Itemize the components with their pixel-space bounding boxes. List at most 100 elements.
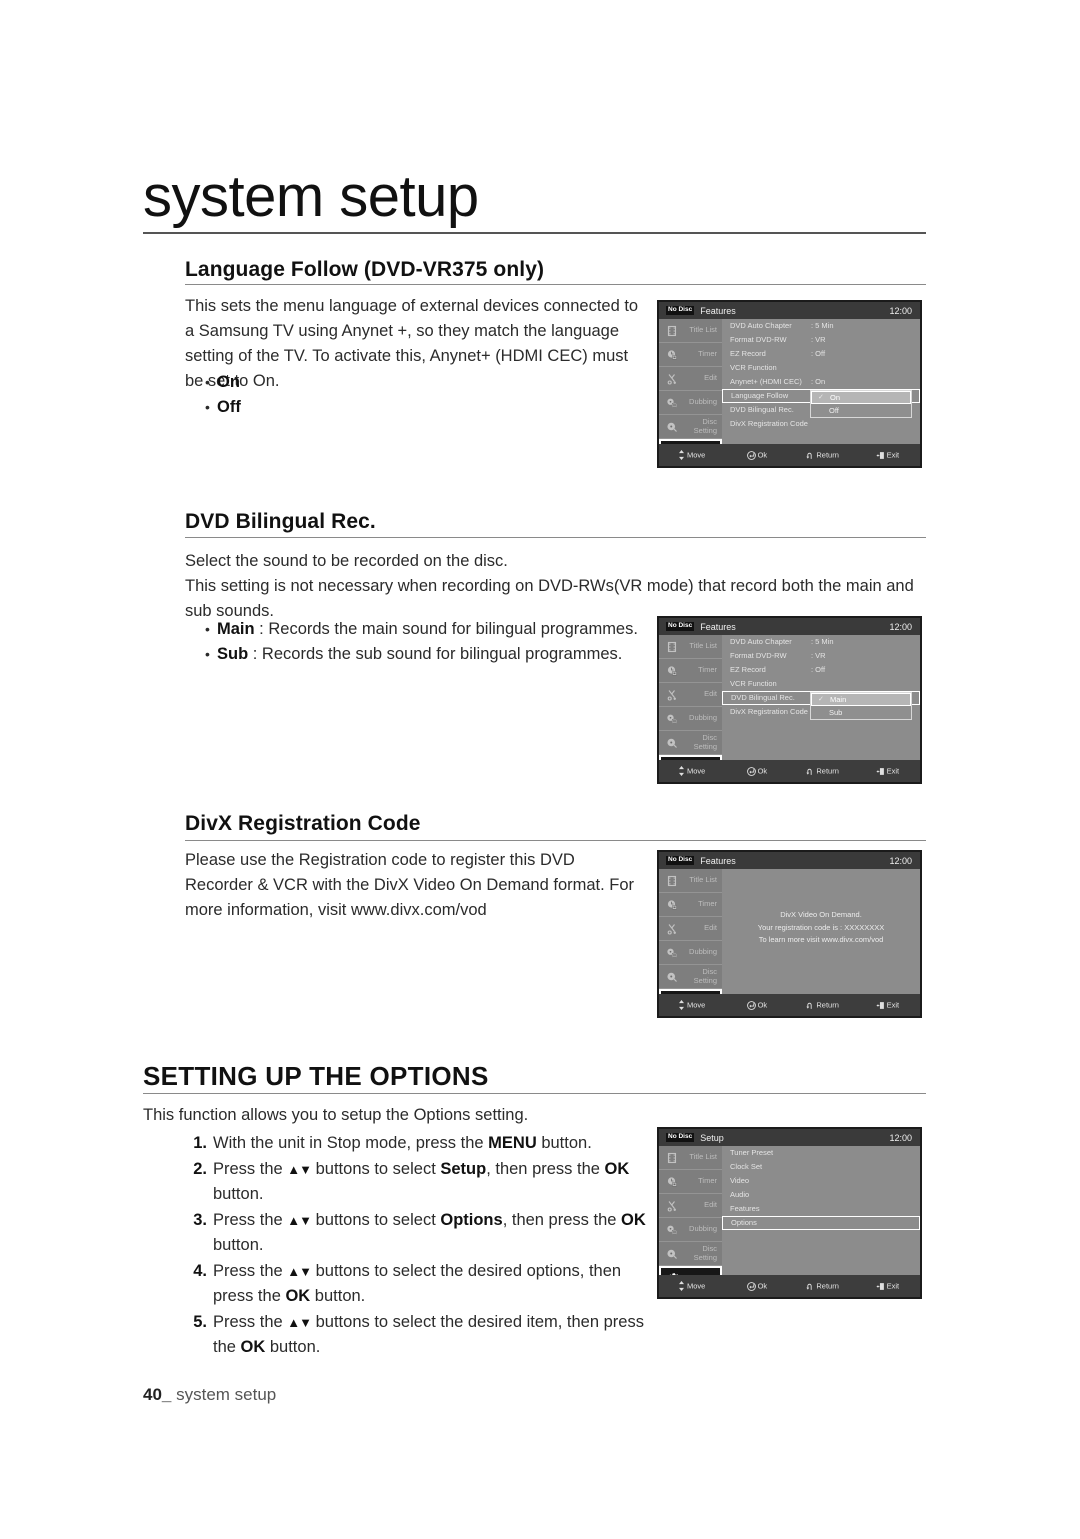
- osd-row[interactable]: Audio: [722, 1188, 920, 1202]
- osd-row[interactable]: Options: [722, 1216, 920, 1230]
- osd-legend-label: Exit: [886, 1281, 900, 1291]
- osd-sidebar-item-title-list[interactable]: Title List: [659, 319, 722, 343]
- osd-legend-move[interactable]: Move: [659, 450, 724, 460]
- list-item: • Sub : Records the sub sound for bilingu…: [205, 642, 638, 667]
- osd-row-label: DVD Bilingual Rec.: [731, 693, 795, 702]
- instruction-step: 5. Press the ▲▼ buttons to select the des…: [183, 1310, 653, 1361]
- osd-legend-bar: Move Ok Return Exit: [659, 994, 920, 1016]
- osd-row[interactable]: Anynet+ (HDMI CEC): On: [722, 375, 920, 389]
- osd-row[interactable]: Tuner Preset: [722, 1146, 920, 1160]
- osd-legend-ok[interactable]: Ok: [724, 450, 789, 460]
- osd-row-label: DVD Bilingual Rec.: [730, 405, 794, 414]
- osd-legend-move[interactable]: Move: [659, 766, 724, 776]
- osd-sidebar-item-dubbing[interactable]: Dubbing: [659, 941, 722, 965]
- osd-legend-bar: Move Ok Return Exit: [659, 1275, 920, 1297]
- osd-row-label: Language Follow: [731, 391, 789, 400]
- osd-sidebar-item-disc-setting[interactable]: Disc Setting: [659, 1242, 722, 1266]
- osd-row[interactable]: DVD Auto Chapter: 5 Min: [722, 635, 920, 649]
- osd-dropdown-language-follow[interactable]: ✓ On Off: [810, 390, 912, 418]
- osd-legend-move[interactable]: Move: [659, 1281, 724, 1291]
- osd-row-label: VCR Function: [730, 679, 777, 688]
- osd-sidebar-item-timer[interactable]: Timer: [659, 343, 722, 367]
- instruction-step-text: Press the ▲▼ buttons to select Setup, th…: [213, 1159, 630, 1204]
- film-strip-icon: [662, 875, 682, 887]
- osd-sidebar-item-dubbing[interactable]: Dubbing: [659, 1218, 722, 1242]
- osd-row-label: Clock Set: [730, 1162, 763, 1171]
- osd-sidebar-item-timer[interactable]: Timer: [659, 1170, 722, 1194]
- osd-dropdown-option[interactable]: Off: [811, 404, 911, 417]
- osd-sidebar-item-label: Edit: [704, 689, 717, 699]
- osd-titlebar: No Disc Features 12:00: [659, 618, 920, 635]
- osd-dropdown-option[interactable]: Sub: [811, 706, 911, 719]
- osd-row[interactable]: EZ Record : Off: [722, 663, 920, 677]
- instruction-step: 1. With the unit in Stop mode, press the …: [183, 1131, 653, 1157]
- enter-key-icon: [746, 450, 756, 460]
- osd-screenshot-bilingual: No Disc Features 12:00 Title List Timer Ed…: [657, 616, 922, 784]
- osd-sidebar-item-edit[interactable]: Edit: [659, 917, 722, 941]
- osd-row-label: EZ Record: [730, 349, 766, 358]
- osd-sidebar-item-title-list[interactable]: Title List: [659, 635, 722, 659]
- osd-legend-return[interactable]: Return: [790, 1000, 855, 1010]
- osd-row[interactable]: VCR Function: [722, 677, 920, 691]
- osd-dropdown-option[interactable]: ✓ Main: [811, 693, 911, 706]
- instruction-step-number: 5.: [193, 1312, 207, 1331]
- instruction-step-number: 2.: [193, 1159, 207, 1178]
- instruction-step-text: Press the ▲▼ buttons to select the desir…: [213, 1261, 622, 1306]
- osd-row[interactable]: Clock Set: [722, 1160, 920, 1174]
- osd-sidebar-item-title-list[interactable]: Title List: [659, 1146, 722, 1170]
- osd-sidebar-item-edit[interactable]: Edit: [659, 367, 722, 391]
- osd-legend-ok[interactable]: Ok: [724, 766, 789, 776]
- osd-row-label: DivX Registration Code: [730, 419, 808, 428]
- divx-message: DivX Video On Demand. Your registration …: [722, 909, 920, 947]
- osd-legend-exit[interactable]: Exit: [855, 1000, 920, 1010]
- checkmark-icon: ✓: [818, 696, 824, 703]
- disc-icon: [662, 737, 682, 749]
- osd-row[interactable]: DivX Registration Code: [722, 417, 920, 431]
- osd-sidebar-item-label: Timer: [698, 665, 717, 675]
- osd-row[interactable]: EZ Record: Off: [722, 347, 920, 361]
- osd-legend-exit[interactable]: Exit: [855, 1281, 920, 1291]
- osd-legend-return[interactable]: Return: [790, 766, 855, 776]
- osd-row[interactable]: Format DVD-RW: VR: [722, 649, 920, 663]
- osd-sidebar-item-disc-setting[interactable]: Disc Setting: [659, 731, 722, 755]
- osd-row[interactable]: Features: [722, 1202, 920, 1216]
- film-strip-icon: [662, 325, 682, 337]
- osd-sidebar-item-timer[interactable]: Timer: [659, 893, 722, 917]
- osd-legend-exit[interactable]: Exit: [855, 766, 920, 776]
- timer-icon: [662, 899, 682, 911]
- osd-sidebar-item-title-list[interactable]: Title List: [659, 869, 722, 893]
- osd-sidebar-item-edit[interactable]: Edit: [659, 683, 722, 707]
- osd-legend-return[interactable]: Return: [790, 1281, 855, 1291]
- osd-legend-move[interactable]: Move: [659, 1000, 724, 1010]
- osd-row-label: EZ Record: [730, 665, 766, 674]
- osd-legend-label: Exit: [886, 450, 900, 460]
- list-item-label: Off: [217, 398, 241, 416]
- manual-page: system setup Language Follow (DVD-VR375 …: [0, 0, 1080, 1539]
- osd-sidebar-item-disc-setting[interactable]: Disc Setting: [659, 965, 722, 989]
- divx-message-line: Your registration code is : XXXXXXXX: [757, 922, 885, 932]
- osd-sidebar-item-dubbing[interactable]: Dubbing: [659, 391, 722, 415]
- osd-nodisc-badge: No Disc: [666, 856, 695, 865]
- list-item: • Main : Records the main sound for bilin…: [205, 617, 638, 642]
- osd-sidebar-item-disc-setting[interactable]: Disc Setting: [659, 415, 722, 439]
- paragraph-options-intro: This function allows you to setup the Op…: [143, 1106, 529, 1124]
- list-item: • On: [205, 370, 241, 395]
- osd-sidebar-item-timer[interactable]: Timer: [659, 659, 722, 683]
- osd-row[interactable]: Video: [722, 1174, 920, 1188]
- osd-sidebar-item-dubbing[interactable]: Dubbing: [659, 707, 722, 731]
- dubbing-icon: [662, 947, 682, 959]
- osd-titlebar: No Disc Features 12:00: [659, 852, 920, 869]
- osd-legend-ok[interactable]: Ok: [724, 1000, 789, 1010]
- enter-key-icon: [746, 766, 756, 776]
- osd-sidebar-item-edit[interactable]: Edit: [659, 1194, 722, 1218]
- osd-legend-return[interactable]: Return: [790, 450, 855, 460]
- osd-row[interactable]: Format DVD-RW: VR: [722, 333, 920, 347]
- osd-row[interactable]: DVD Auto Chapter: 5 Min: [722, 319, 920, 333]
- osd-legend-exit[interactable]: Exit: [855, 450, 920, 460]
- osd-legend-ok[interactable]: Ok: [724, 1281, 789, 1291]
- list-item: • Off: [205, 395, 241, 420]
- osd-row[interactable]: VCR Function: [722, 361, 920, 375]
- osd-dropdown-bilingual[interactable]: ✓ Main Sub: [810, 692, 912, 720]
- osd-dropdown-option[interactable]: ✓ On: [811, 391, 911, 404]
- osd-row-value: : Off: [811, 665, 826, 674]
